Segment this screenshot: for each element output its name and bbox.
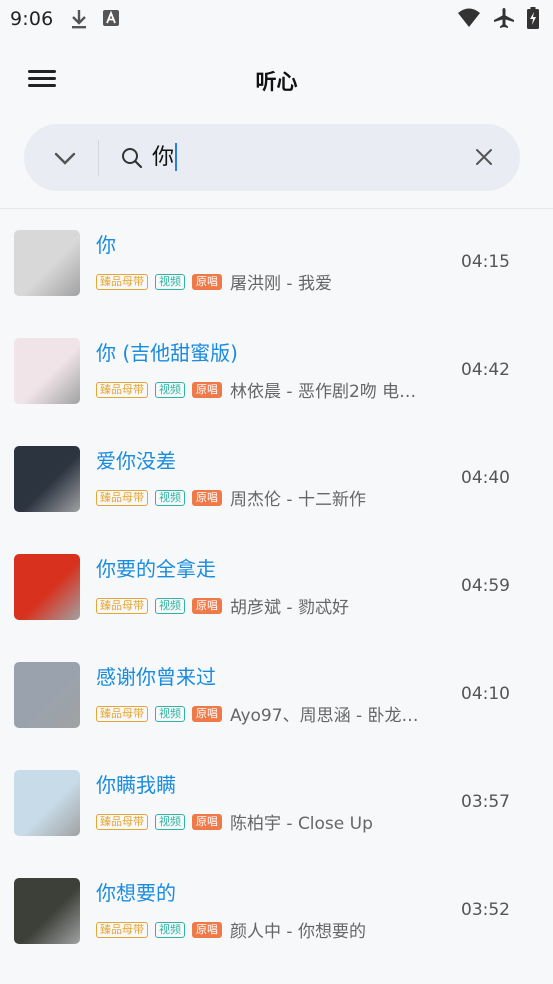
song-duration: 04:10 bbox=[461, 684, 510, 704]
video-tag: 视频 bbox=[155, 921, 185, 938]
song-title: 你要的全拿走 bbox=[96, 557, 216, 581]
master-tag: 臻品母带 bbox=[96, 813, 148, 830]
song-artist-album: Ayo97、周思涵 - 卧龙… bbox=[230, 706, 419, 726]
song-row[interactable]: 感谢你曾来过 臻品母带 视频 原唱 Ayo97、周思涵 - 卧龙… 04:10 bbox=[0, 641, 553, 749]
search-query: 你 bbox=[152, 145, 175, 170]
song-title: 你想要的 bbox=[96, 881, 176, 905]
song-meta: 臻品母带 视频 原唱 林依晨 - 恶作剧2吻 电… bbox=[96, 377, 416, 402]
video-tag: 视频 bbox=[155, 597, 185, 614]
app-title: 听心 bbox=[255, 70, 298, 94]
master-tag: 臻品母带 bbox=[96, 597, 148, 614]
song-title: 感谢你曾来过 bbox=[96, 665, 216, 689]
song-row[interactable]: 你想要的 臻品母带 视频 原唱 颜人中 - 你想要的 03:52 bbox=[0, 857, 553, 965]
close-icon bbox=[476, 149, 492, 165]
song-title: 你瞒我瞒 bbox=[96, 773, 176, 797]
song-meta: 臻品母带 视频 原唱 周杰伦 - 十二新作 bbox=[96, 485, 366, 510]
song-duration: 04:42 bbox=[461, 360, 510, 380]
video-tag: 视频 bbox=[155, 489, 185, 506]
song-meta: 臻品母带 视频 原唱 屠洪刚 - 我爱 bbox=[96, 269, 332, 294]
song-row[interactable]: 你 臻品母带 视频 原唱 屠洪刚 - 我爱 04:15 bbox=[0, 209, 553, 317]
video-tag: 视频 bbox=[155, 705, 185, 722]
song-artist-album: 陈柏宇 - Close Up bbox=[230, 814, 373, 834]
song-meta: 臻品母带 视频 原唱 Ayo97、周思涵 - 卧龙… bbox=[96, 701, 419, 726]
video-tag: 视频 bbox=[155, 273, 185, 290]
search-source-dropdown[interactable] bbox=[50, 144, 80, 172]
master-tag: 臻品母带 bbox=[96, 381, 148, 398]
song-row[interactable]: 你要的全拿走 臻品母带 视频 原唱 胡彦斌 - 勠忒好 04:59 bbox=[0, 533, 553, 641]
battery-charging-icon bbox=[527, 7, 539, 33]
clear-search-button[interactable] bbox=[474, 147, 494, 171]
video-tag: 视频 bbox=[155, 381, 185, 398]
status-notification-icons bbox=[70, 8, 120, 34]
search-icon bbox=[120, 146, 144, 174]
song-meta: 臻品母带 视频 原唱 胡彦斌 - 勠忒好 bbox=[96, 593, 349, 618]
original-tag: 原唱 bbox=[192, 705, 222, 722]
video-tag: 视频 bbox=[155, 813, 185, 830]
song-meta: 臻品母带 视频 原唱 颜人中 - 你想要的 bbox=[96, 917, 366, 942]
original-tag: 原唱 bbox=[192, 597, 222, 614]
album-cover bbox=[14, 446, 80, 512]
song-list: 你 臻品母带 视频 原唱 屠洪刚 - 我爱 04:15 你 (吉他甜蜜版) 臻品… bbox=[0, 209, 553, 965]
search-divider bbox=[98, 140, 99, 176]
song-artist-album: 周杰伦 - 十二新作 bbox=[230, 490, 366, 510]
album-cover bbox=[14, 230, 80, 296]
album-cover bbox=[14, 338, 80, 404]
song-row[interactable]: 爱你没差 臻品母带 视频 原唱 周杰伦 - 十二新作 04:40 bbox=[0, 425, 553, 533]
original-tag: 原唱 bbox=[192, 381, 222, 398]
song-artist-album: 颜人中 - 你想要的 bbox=[230, 922, 366, 942]
song-row[interactable]: 你瞒我瞒 臻品母带 视频 原唱 陈柏宇 - Close Up 03:57 bbox=[0, 749, 553, 857]
album-cover bbox=[14, 878, 80, 944]
download-icon bbox=[70, 8, 88, 34]
song-duration: 04:15 bbox=[461, 252, 510, 272]
master-tag: 臻品母带 bbox=[96, 489, 148, 506]
song-title: 你 (吉他甜蜜版) bbox=[96, 341, 238, 365]
song-row[interactable]: 你 (吉他甜蜜版) 臻品母带 视频 原唱 林依晨 - 恶作剧2吻 电… 04:4… bbox=[0, 317, 553, 425]
album-cover bbox=[14, 554, 80, 620]
song-duration: 04:59 bbox=[461, 576, 510, 596]
wifi-icon bbox=[457, 8, 481, 32]
master-tag: 臻品母带 bbox=[96, 273, 148, 290]
master-tag: 臻品母带 bbox=[96, 705, 148, 722]
status-time: 9:06 bbox=[10, 8, 54, 30]
song-title: 你 bbox=[96, 233, 116, 257]
song-title: 爱你没差 bbox=[96, 449, 176, 473]
status-bar: 9:06 bbox=[0, 0, 553, 40]
song-duration: 03:52 bbox=[461, 900, 510, 920]
song-artist-album: 林依晨 - 恶作剧2吻 电… bbox=[230, 382, 417, 402]
album-cover bbox=[14, 770, 80, 836]
original-tag: 原唱 bbox=[192, 273, 222, 290]
airplane-mode-icon bbox=[493, 7, 515, 33]
song-duration: 04:40 bbox=[461, 468, 510, 488]
song-artist-album: 胡彦斌 - 勠忒好 bbox=[230, 598, 349, 618]
app-notification-icon bbox=[102, 8, 120, 34]
search-bar: 你 bbox=[24, 124, 520, 191]
song-meta: 臻品母带 视频 原唱 陈柏宇 - Close Up bbox=[96, 809, 373, 834]
original-tag: 原唱 bbox=[192, 813, 222, 830]
original-tag: 原唱 bbox=[192, 921, 222, 938]
search-input[interactable]: 你 bbox=[152, 141, 452, 175]
song-duration: 03:57 bbox=[461, 792, 510, 812]
chevron-down-icon bbox=[54, 152, 76, 165]
text-caret bbox=[175, 142, 178, 171]
song-artist-album: 屠洪刚 - 我爱 bbox=[230, 274, 332, 294]
status-system-icons bbox=[457, 7, 539, 33]
app-bar: 听心 bbox=[0, 50, 553, 110]
album-cover bbox=[14, 662, 80, 728]
master-tag: 臻品母带 bbox=[96, 921, 148, 938]
original-tag: 原唱 bbox=[192, 489, 222, 506]
